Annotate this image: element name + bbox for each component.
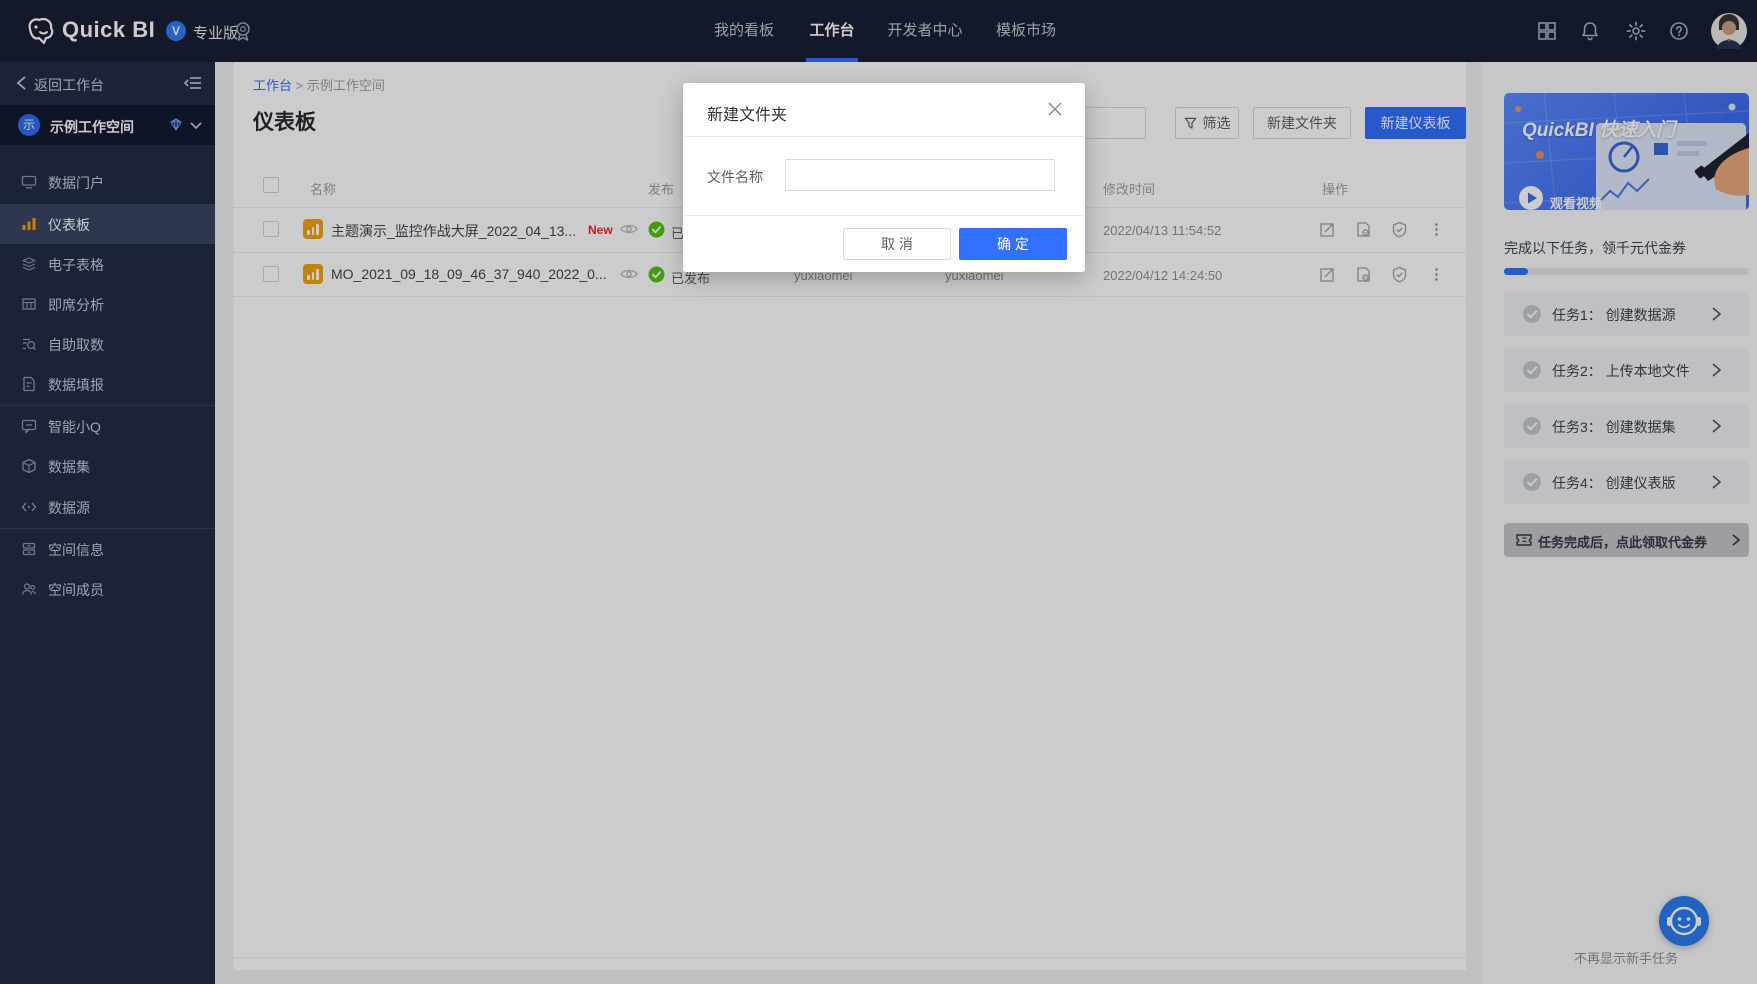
folder-name-label: 文件名称 xyxy=(707,167,763,187)
cancel-label: 取 消 xyxy=(881,234,913,254)
quickbi-app: Quick BI V 专业版 我的看板 工作台 开发者中心 模板市场 xyxy=(0,0,1757,984)
confirm-button[interactable]: 确 定 xyxy=(959,228,1067,260)
dialog-header-divider xyxy=(683,136,1085,137)
confirm-label: 确 定 xyxy=(997,234,1029,254)
folder-name-input[interactable] xyxy=(785,159,1055,191)
new-folder-dialog: 新建文件夹 文件名称 取 消 确 定 xyxy=(683,83,1085,272)
dialog-footer-divider xyxy=(683,215,1085,216)
cancel-button[interactable]: 取 消 xyxy=(843,228,951,260)
dialog-title: 新建文件夹 xyxy=(707,101,787,125)
close-icon[interactable] xyxy=(1047,101,1063,117)
